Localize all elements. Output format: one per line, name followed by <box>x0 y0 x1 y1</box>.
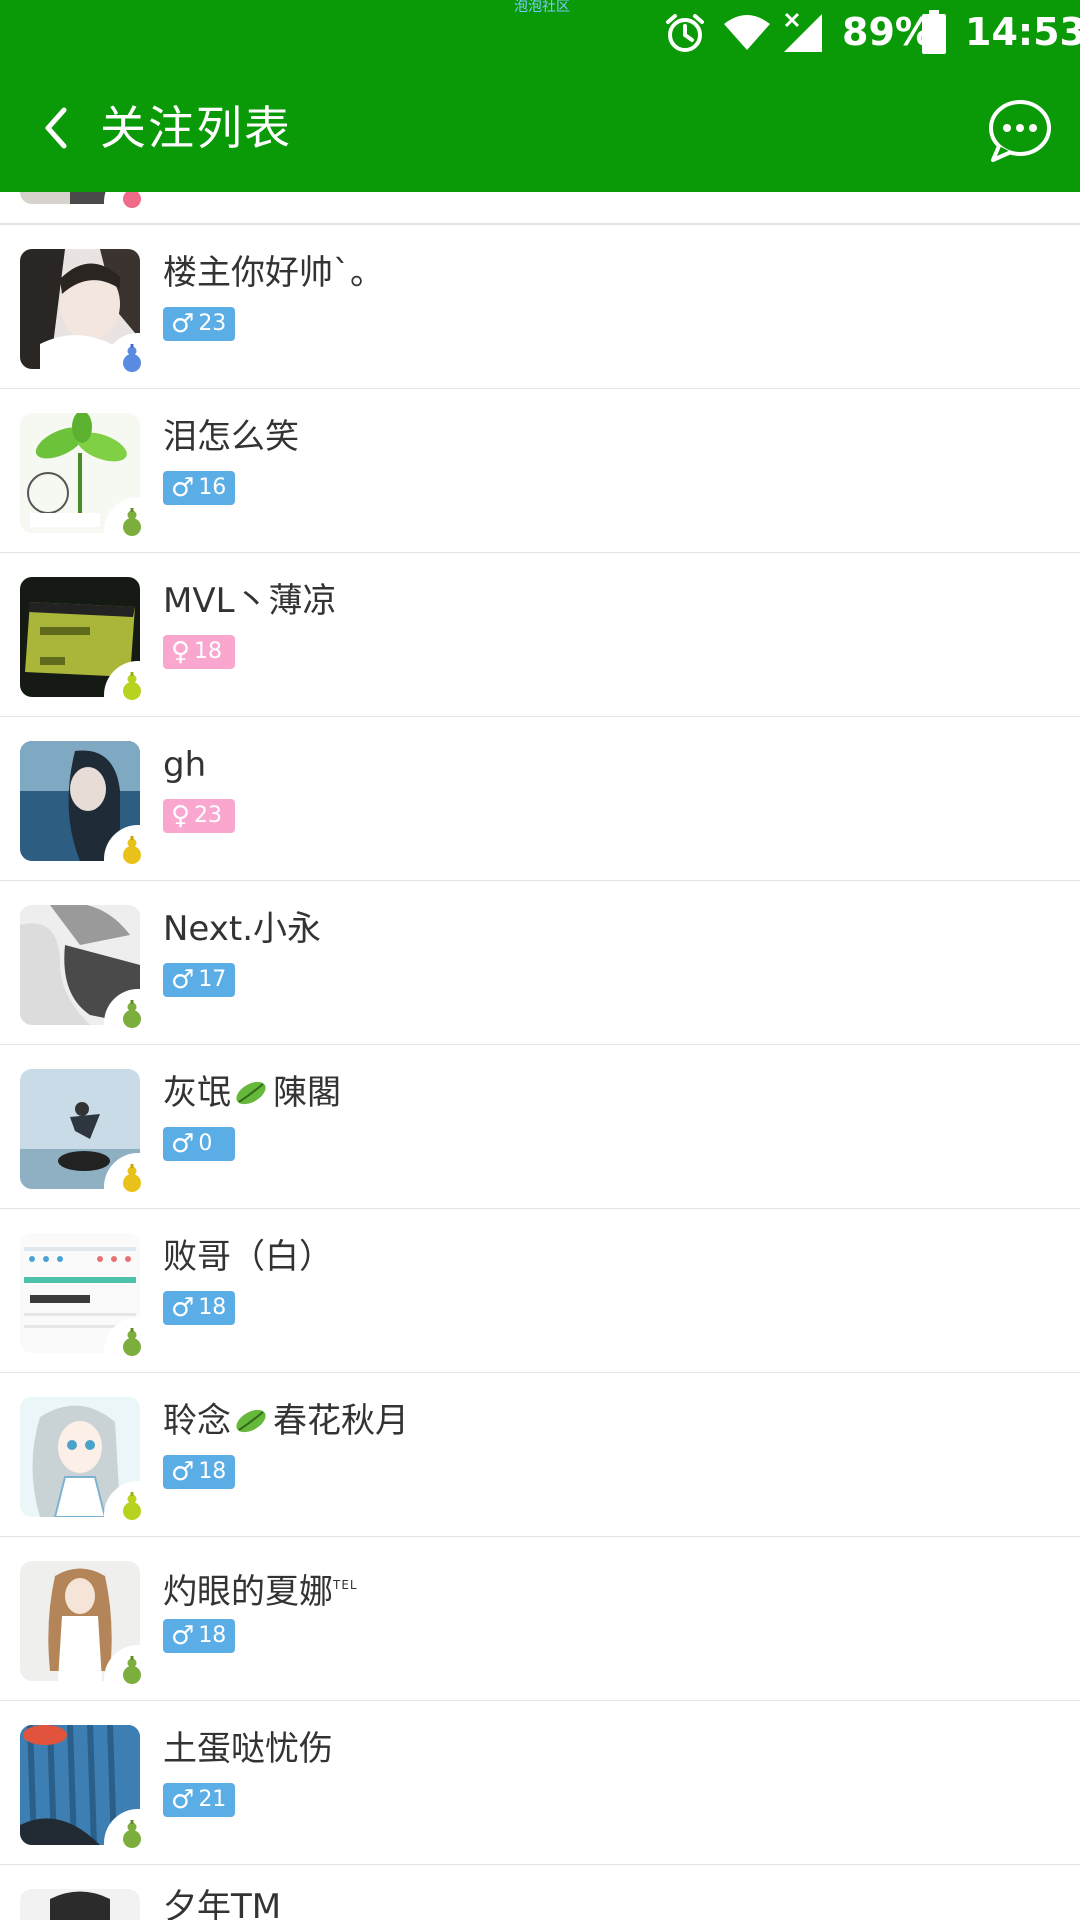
list-item[interactable]: 夕年TM <box>0 1865 1080 1920</box>
gender-age-badge: ♂ 16 <box>163 471 235 505</box>
list-item[interactable]: 聆念 春花秋月 ♂ 18 <box>0 1373 1080 1538</box>
user-name: 夕年TM <box>163 1887 282 1920</box>
user-name: 聆念 春花秋月 <box>163 1401 409 1441</box>
male-icon: ♂ <box>171 309 195 339</box>
gender-age-badge: ♂ 21 <box>163 1783 235 1817</box>
gourd-level-icon <box>123 1164 141 1192</box>
user-name: 泪怎么笑 <box>163 417 299 457</box>
female-icon: ♀ <box>171 637 191 667</box>
age-label: 18 <box>198 1459 227 1484</box>
age-label: 23 <box>194 803 223 828</box>
list-item[interactable]: 泪怎么笑 ♂ 16 <box>0 389 1080 554</box>
gender-age-badge: ♀ 18 <box>163 635 235 669</box>
avatar <box>20 1889 144 1920</box>
user-name: gh <box>163 745 207 785</box>
age-label: 18 <box>198 1295 227 1320</box>
alarm-icon <box>666 14 704 52</box>
gender-age-badge: ♂ 18 <box>163 1455 235 1489</box>
female-icon: ♀ <box>171 801 191 831</box>
avatar <box>20 1233 148 1361</box>
name-superscript: TEL <box>333 1578 358 1592</box>
wifi-icon <box>724 15 770 50</box>
status-bar: 泡泡社区 89% 14:53 <box>0 0 1080 66</box>
male-icon: ♂ <box>171 1293 195 1323</box>
battery-icon <box>922 10 946 54</box>
leaf-icon <box>236 1081 266 1105</box>
user-name: 灰氓 陳閣 <box>163 1073 341 1113</box>
age-label: 0 <box>198 1131 213 1156</box>
gourd-level-icon <box>123 1820 141 1848</box>
avatar <box>20 741 148 869</box>
male-icon: ♂ <box>171 1457 195 1487</box>
avatar <box>20 1069 148 1197</box>
back-button[interactable] <box>30 96 84 160</box>
user-name: 灼眼的夏娜TEL <box>163 1572 358 1612</box>
list-item[interactable]: MVL丶薄凉 ♀ 18 <box>0 553 1080 718</box>
gourd-level-icon <box>123 672 141 700</box>
list-item[interactable]: 土蛋哒忧伤 ♂ 21 <box>0 1701 1080 1866</box>
list-item[interactable]: gh ♀ 23 <box>0 717 1080 882</box>
user-name: Next.小永 <box>163 909 322 949</box>
user-name: 土蛋哒忧伤 <box>163 1729 333 1769</box>
status-time: 14:53 <box>965 10 1080 54</box>
gourd-level-icon <box>123 1656 141 1684</box>
gender-age-badge: ♂ 23 <box>163 307 235 341</box>
age-label: 23 <box>198 311 227 336</box>
male-icon: ♂ <box>171 1621 195 1651</box>
list-item[interactable]: Next.小永 ♂ 17 <box>0 881 1080 1046</box>
male-icon: ♂ <box>171 1129 195 1159</box>
user-name: 楼主你好帅`。 <box>163 253 384 293</box>
age-label: 17 <box>198 967 227 992</box>
avatar <box>20 905 148 1033</box>
list-item[interactable]: 灼眼的夏娜TEL ♂ 18 <box>0 1537 1080 1702</box>
avatar <box>20 577 148 705</box>
status-app-label: 泡泡社区 <box>514 0 570 15</box>
gourd-level-icon <box>123 836 141 864</box>
battery-percent: 89% <box>842 10 933 54</box>
gender-age-badge: ♀ 23 <box>163 799 235 833</box>
avatar <box>20 1397 148 1525</box>
no-signal-icon <box>784 12 822 52</box>
avatar <box>20 249 148 377</box>
leaf-icon <box>236 1409 266 1433</box>
user-name: 败哥（白） <box>163 1237 333 1277</box>
gourd-level-icon <box>123 508 141 536</box>
gourd-level-icon <box>123 1328 141 1356</box>
age-label: 18 <box>198 1623 227 1648</box>
user-name: MVL丶薄凉 <box>163 581 337 621</box>
avatar <box>20 1561 148 1689</box>
gourd-level-icon <box>123 1000 141 1028</box>
page-title: 关注列表 <box>100 101 292 155</box>
list-item[interactable]: 败哥（白） ♂ 18 <box>0 1209 1080 1374</box>
list-item[interactable]: 灰氓 陳閣 ♂ 0 <box>0 1045 1080 1210</box>
gourd-level-icon <box>123 1492 141 1520</box>
gender-age-badge: ♂ 18 <box>163 1619 235 1653</box>
list-item[interactable]: 楼主你好帅`。 ♂ 23 <box>0 225 1080 390</box>
gender-age-badge: ♂ 0 <box>163 1127 235 1161</box>
message-button[interactable] <box>985 96 1055 166</box>
male-icon: ♂ <box>171 965 195 995</box>
age-label: 18 <box>194 639 223 664</box>
male-icon: ♂ <box>171 1785 195 1815</box>
gourd-level-icon <box>123 344 141 372</box>
gender-age-badge: ♂ 17 <box>163 963 235 997</box>
gender-age-badge: ♂ 18 <box>163 1291 235 1325</box>
avatar <box>20 413 148 541</box>
male-icon: ♂ <box>171 473 195 503</box>
app-bar: 泡泡社区 89% 14:53 关注列表 <box>0 0 1080 192</box>
age-label: 16 <box>198 475 227 500</box>
follow-list[interactable]: 楼主你好帅`。 ♂ 23 泪怎么笑 ♂ 16 MVL丶薄凉 ♀ 18 gh ♀ … <box>0 0 1080 1920</box>
age-label: 21 <box>198 1787 227 1812</box>
avatar <box>20 1725 148 1853</box>
